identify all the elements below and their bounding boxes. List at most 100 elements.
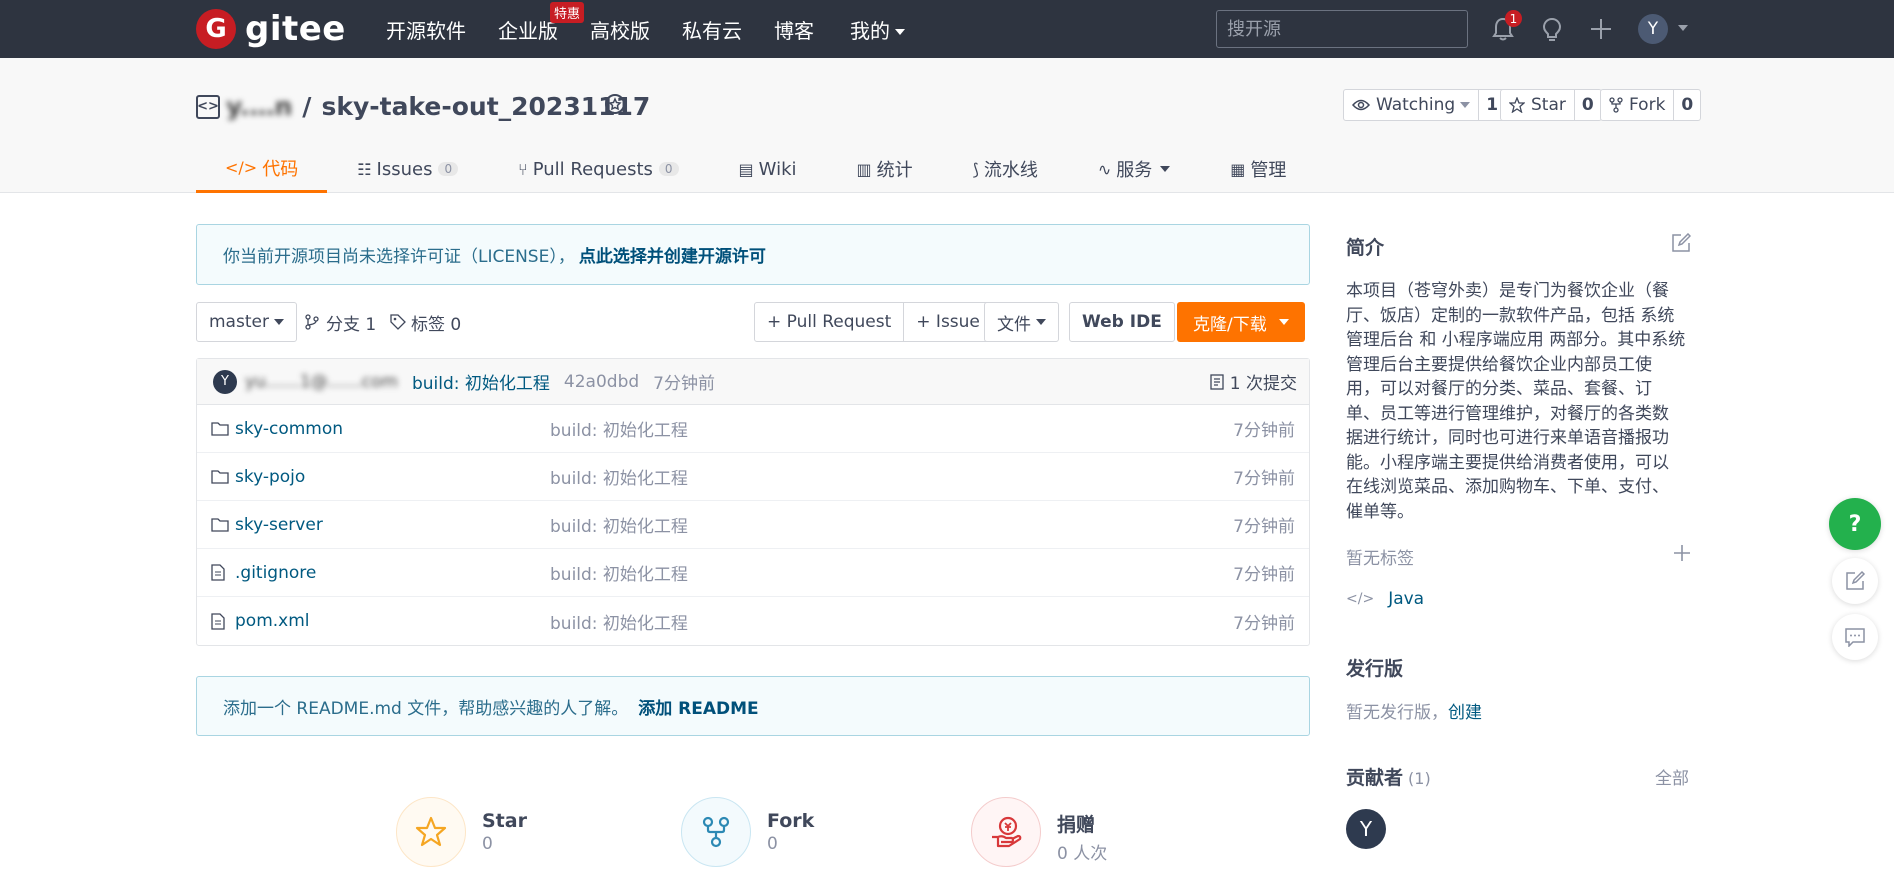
watch-button[interactable]: Watching: [1344, 90, 1478, 120]
tab-pipeline-label: 流水线: [983, 160, 1038, 181]
new-issue-button[interactable]: + Issue: [903, 303, 992, 341]
repo-title: <> y.…n / sky-take-out_20231117: [196, 92, 650, 121]
commits-icon: [1210, 373, 1224, 390]
commit-hash[interactable]: 42a0dbd: [564, 372, 639, 392]
feedback-button[interactable]: [1832, 558, 1878, 604]
license-create-link[interactable]: 点此选择并创建开源许可: [579, 242, 766, 267]
wiki-icon: ▤: [738, 159, 754, 179]
fork-count[interactable]: 0: [1673, 90, 1700, 120]
create-release-link[interactable]: 创建: [1448, 703, 1482, 723]
files-dropdown[interactable]: 文件: [984, 302, 1059, 342]
lightbulb-icon: [1542, 17, 1562, 41]
edit-icon[interactable]: [1671, 233, 1691, 253]
branch-select[interactable]: master: [196, 302, 297, 342]
manage-icon: ▦: [1230, 159, 1246, 179]
chat-button[interactable]: [1832, 614, 1878, 660]
chat-icon: [1845, 628, 1865, 647]
file-commit-message[interactable]: build: 初始化工程: [550, 512, 688, 537]
file-row[interactable]: sky-common build: 初始化工程 7分钟前: [197, 405, 1309, 453]
tab-wiki-label: Wiki: [758, 158, 797, 180]
tab-code[interactable]: </> 代码: [196, 145, 328, 193]
star-icon: [415, 816, 447, 847]
folder-icon: [211, 421, 231, 436]
star-stat[interactable]: Star 0: [396, 797, 527, 867]
contributors-count: (1): [1408, 769, 1431, 788]
contributor-avatar[interactable]: Y: [1346, 809, 1386, 849]
intro-line: 用，可以对餐厅的分类、菜品、套餐、订: [1346, 379, 1652, 399]
star-stat-label: Star: [482, 810, 527, 832]
tab-pipeline[interactable]: ⟆ 流水线: [943, 145, 1068, 193]
create-button[interactable]: [1586, 14, 1616, 44]
intro-description: 本项目（苍穹外卖）是专门为餐饮企业（餐 厅、饭店）定制的一款软件产品，包括 系统…: [1346, 279, 1696, 524]
commit-author-avatar[interactable]: Y: [213, 369, 237, 394]
tab-pull-requests[interactable]: ⑂ Pull Requests 0: [488, 145, 708, 193]
notification-bell[interactable]: 1: [1488, 10, 1522, 44]
edit-icon: [1846, 570, 1866, 590]
tab-stats[interactable]: ▥ 统计: [827, 145, 943, 193]
repo-owner[interactable]: y.…n: [226, 92, 292, 121]
file-name[interactable]: pom.xml: [235, 611, 310, 631]
file-row[interactable]: .gitignore build: 初始化工程 7分钟前: [197, 549, 1309, 597]
nav-open-source[interactable]: 开源软件: [386, 15, 466, 44]
file-name[interactable]: sky-pojo: [235, 467, 305, 487]
tab-service[interactable]: ∿ 服务: [1068, 145, 1200, 193]
notification-count: 1: [1505, 10, 1522, 27]
tab-wiki[interactable]: ▤ Wiki: [709, 145, 827, 193]
file-name[interactable]: sky-server: [235, 515, 323, 535]
commit-message[interactable]: build: 初始化工程: [412, 369, 550, 394]
fork-button[interactable]: Fork: [1601, 90, 1673, 120]
file-row[interactable]: sky-pojo build: 初始化工程 7分钟前: [197, 453, 1309, 501]
commit-author[interactable]: yu……1@……com: [245, 372, 398, 392]
donate-stat[interactable]: 捐赠 0 人次: [971, 797, 1107, 867]
add-readme-link[interactable]: 添加 README: [638, 694, 758, 719]
file-name[interactable]: sky-common: [235, 419, 343, 439]
donate-icon: [992, 816, 1022, 848]
nav-mine[interactable]: 我的: [850, 15, 905, 44]
star-button[interactable]: Star: [1501, 90, 1574, 120]
web-ide-button[interactable]: Web IDE: [1069, 302, 1175, 342]
issues-icon: ☷: [357, 159, 372, 179]
nav-education[interactable]: 高校版: [590, 15, 650, 44]
tags-link[interactable]: 标签 0: [390, 302, 461, 342]
language-tag[interactable]: </> Java: [1346, 589, 1424, 609]
file-icon: [211, 564, 231, 581]
contributors-all-link[interactable]: 全部: [1655, 764, 1689, 789]
star-count[interactable]: 0: [1573, 90, 1601, 120]
tab-issues[interactable]: ☷ Issues 0: [327, 145, 488, 193]
help-button[interactable]: ?: [1829, 498, 1881, 550]
tab-manage[interactable]: ▦ 管理: [1200, 145, 1316, 193]
file-commit-message[interactable]: build: 初始化工程: [550, 464, 688, 489]
nav-enterprise[interactable]: 企业版 特惠: [498, 1, 585, 44]
branches-link[interactable]: 分支 1: [304, 302, 376, 342]
fork-stat[interactable]: Fork 0: [681, 797, 814, 867]
user-avatar[interactable]: Y: [1638, 14, 1668, 44]
intro-line: 据进行统计，同时也可进行来单语音播报功: [1346, 428, 1669, 448]
add-tag-plus-icon[interactable]: [1673, 544, 1691, 562]
code-repo-icon: <>: [196, 94, 220, 119]
nav-enterprise-label: 企业版: [498, 18, 558, 43]
commit-count-link[interactable]: 1 次提交: [1210, 369, 1297, 394]
tab-stats-label: 统计: [876, 160, 913, 181]
new-pull-request-button[interactable]: + Pull Request: [755, 303, 903, 341]
chevron-down-icon: [1160, 166, 1171, 172]
clone-download-button[interactable]: 克隆/下载: [1177, 302, 1305, 342]
file-row[interactable]: sky-server build: 初始化工程 7分钟前: [197, 501, 1309, 549]
branch-select-label: master: [209, 312, 269, 332]
repo-name[interactable]: sky-take-out_20231117: [321, 92, 650, 121]
award-icon[interactable]: [602, 92, 628, 118]
nav-blog[interactable]: 博客: [774, 15, 814, 44]
file-row[interactable]: pom.xml build: 初始化工程 7分钟前: [197, 597, 1309, 645]
explore-button[interactable]: [1537, 14, 1567, 44]
promo-badge: 特惠: [550, 1, 585, 23]
file-commit-message[interactable]: build: 初始化工程: [550, 560, 688, 585]
fork-icon: [702, 816, 730, 848]
file-commit-message[interactable]: build: 初始化工程: [550, 609, 688, 634]
tags-label: 标签 0: [411, 314, 462, 335]
nav-private-cloud[interactable]: 私有云: [682, 15, 742, 44]
file-commit-message[interactable]: build: 初始化工程: [550, 416, 688, 441]
chevron-down-icon[interactable]: [1678, 25, 1688, 31]
gitee-logo[interactable]: G gitee: [196, 9, 346, 49]
search-input[interactable]: [1216, 10, 1468, 48]
file-name[interactable]: .gitignore: [235, 563, 316, 583]
no-release-label: 暂无发行版，: [1346, 703, 1448, 723]
